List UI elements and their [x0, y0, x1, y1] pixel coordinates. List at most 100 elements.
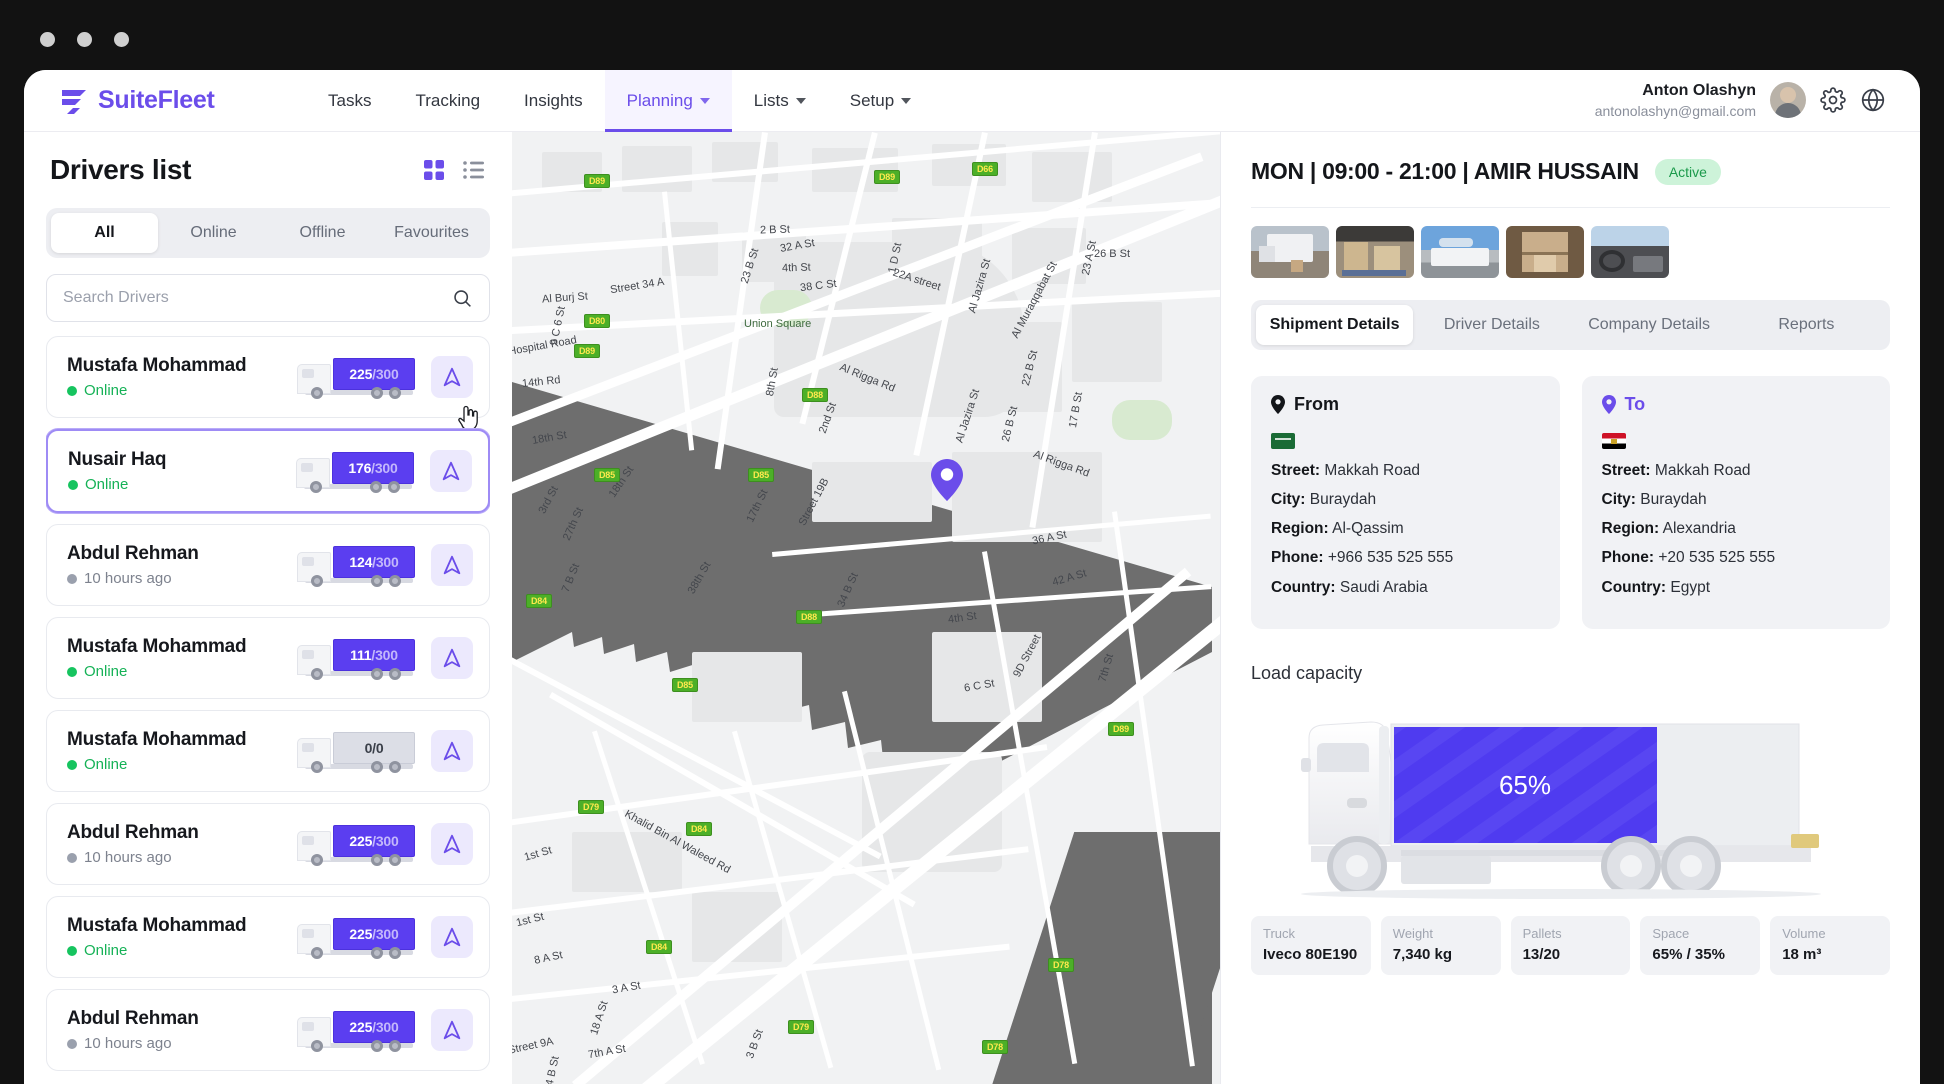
drivers-list[interactable]: Mustafa Mohammad Online 225/300 Nusair Haq O… [46, 336, 490, 1084]
search-drivers-box[interactable] [46, 274, 490, 322]
nav-item-tasks[interactable]: Tasks [306, 70, 393, 132]
driver-status: Online [67, 756, 297, 773]
driver-info: Mustafa Mohammad Online [67, 915, 297, 959]
tab-driver-details[interactable]: Driver Details [1413, 305, 1570, 345]
truck-illustration: 65% [1301, 721, 1821, 899]
nav-label-insights: Insights [524, 90, 583, 110]
driver-name: Mustafa Mohammad [67, 915, 247, 936]
driver-row[interactable]: Mustafa Mohammad Online 225/300 [46, 336, 490, 431]
tab-company-details[interactable]: Company Details [1571, 305, 1728, 345]
driver-name: Abdul Rehman [67, 1008, 199, 1029]
tab-shipment-details[interactable]: Shipment Details [1256, 305, 1414, 345]
driver-truck-load-icon: 225/300 [297, 1008, 415, 1052]
window-maximize-dot[interactable] [114, 32, 129, 47]
window-close-dot[interactable] [40, 32, 55, 47]
driver-load-capacity: /300 [372, 833, 399, 849]
stat-truck: Truck Iveco 80E190 [1251, 915, 1371, 975]
navigation-arrow-icon [443, 555, 461, 575]
to-region-row: Region: Alexandria [1602, 519, 1871, 539]
driver-load-value: 225/300 [333, 1011, 415, 1043]
brand-logo[interactable]: SuiteFleet [24, 86, 274, 115]
driver-load-capacity: /300 [371, 460, 398, 476]
cargo-pallets-photo[interactable] [1336, 226, 1414, 278]
navigate-to-driver-button[interactable] [431, 916, 473, 958]
navigation-arrow-icon [443, 927, 461, 947]
driver-row[interactable]: Abdul Rehman 10 hours ago 124/300 [46, 524, 490, 606]
shipment-stats: Truck Iveco 80E190 Weight 7,340 kg Palle… [1251, 915, 1890, 975]
route-shield: D79 [788, 1020, 814, 1034]
online-dot-icon [67, 385, 77, 396]
user-identity[interactable]: Anton Olashyn antonolashyn@gmail.com [1595, 80, 1756, 120]
navigate-to-driver-button[interactable] [430, 450, 472, 492]
window-minimize-dot[interactable] [77, 32, 92, 47]
route-shield: D78 [982, 1040, 1008, 1054]
online-dot-icon [68, 479, 78, 490]
location-pin-purple-icon [1601, 395, 1616, 414]
navigate-to-driver-button[interactable] [431, 356, 473, 398]
to-country-value: Egypt [1670, 578, 1711, 596]
nav-item-setup[interactable]: Setup [828, 70, 933, 132]
navigate-to-driver-button[interactable] [431, 1009, 473, 1051]
to-country-label: Country: [1601, 578, 1667, 596]
empty-trailer-interior-photo[interactable] [1506, 226, 1584, 278]
from-country-label: Country: [1271, 578, 1336, 596]
navigate-to-driver-button[interactable] [431, 544, 473, 586]
driver-row[interactable]: Nusair Haq Online 176/300 [46, 429, 490, 513]
driver-row[interactable]: Abdul Rehman 10 hours ago 225/300 [46, 803, 490, 885]
from-label: From [1294, 394, 1339, 414]
driver-name: Mustafa Mohammad [67, 636, 247, 657]
truck-loading-photo[interactable] [1251, 226, 1329, 278]
route-shield: D85 [748, 468, 774, 482]
filter-tab-favourites[interactable]: Favourites [378, 213, 485, 253]
nav-item-planning[interactable]: Planning [604, 70, 732, 132]
navigate-to-driver-button[interactable] [431, 823, 473, 865]
to-street-value: Makkah Road [1654, 462, 1751, 479]
search-input[interactable] [63, 289, 452, 307]
truck-dashboard-photo[interactable] [1591, 226, 1669, 278]
filter-tab-online[interactable]: Online [160, 213, 267, 253]
tab-reports[interactable]: Reports [1728, 305, 1885, 345]
route-shield: D88 [796, 610, 822, 624]
driver-info: Abdul Rehman 10 hours ago [67, 1008, 297, 1052]
shipment-details-panel: MON | 09:00 - 21:00 | AMIR HUSSAIN Activ… [1220, 132, 1920, 1084]
from-street-label: Street: [1271, 462, 1321, 479]
to-city-label: City: [1601, 491, 1636, 509]
search-icon[interactable] [452, 288, 473, 309]
driver-load-current: 0 [364, 740, 373, 756]
driver-load-capacity: /300 [372, 554, 399, 570]
grid-view-icon[interactable] [422, 158, 446, 182]
stat-truck-value: Iveco 80E190 [1263, 945, 1358, 963]
brand-name: SuiteFleet [98, 86, 215, 114]
navigate-to-driver-button[interactable] [431, 730, 473, 772]
from-street-row: Street: Makkah Road [1271, 461, 1540, 481]
user-name: Anton Olashyn [1642, 82, 1756, 100]
to-phone-row: Phone: +20 535 525 555 [1602, 548, 1871, 568]
driver-truck-load-icon: 124/300 [297, 543, 415, 587]
offline-dot-icon [67, 573, 77, 584]
shipment-header: MON | 09:00 - 21:00 | AMIR HUSSAIN Activ… [1251, 158, 1890, 185]
nav-item-tracking[interactable]: Tracking [393, 70, 502, 132]
nav-item-lists[interactable]: Lists [732, 70, 828, 132]
list-view-icon[interactable] [462, 158, 486, 182]
driver-row[interactable]: Abdul Rehman 10 hours ago 225/300 [46, 989, 490, 1071]
globe-icon[interactable] [1860, 87, 1886, 113]
navigate-to-driver-button[interactable] [431, 637, 473, 679]
stat-volume-value: 18 m³ [1782, 945, 1822, 963]
nav-item-insights[interactable]: Insights [502, 70, 605, 132]
filter-tab-all[interactable]: All [51, 213, 158, 253]
driver-row[interactable]: Mustafa Mohammad Online 111/300 [46, 617, 490, 699]
driver-status: Online [67, 942, 297, 959]
truck-highway-photo[interactable] [1421, 226, 1499, 278]
driver-row[interactable]: Mustafa Mohammad Online 225/300 [46, 896, 490, 978]
avatar[interactable] [1770, 82, 1806, 119]
driver-load-value: 225/300 [333, 918, 415, 950]
filter-tab-offline[interactable]: Offline [269, 213, 376, 253]
route-shield: D89 [574, 344, 600, 358]
offline-dot-icon [67, 1038, 77, 1049]
driver-info: Abdul Rehman 10 hours ago [67, 543, 297, 587]
map-view[interactable]: Al Burj St Street 34 A 23 B St 32 A St 3… [512, 132, 1220, 1084]
to-phone-label: Phone: [1601, 549, 1655, 567]
driver-row[interactable]: Mustafa Mohammad Online 0/0 [46, 710, 490, 792]
gear-icon[interactable] [1820, 87, 1846, 114]
map-pin-icon[interactable] [930, 458, 964, 502]
